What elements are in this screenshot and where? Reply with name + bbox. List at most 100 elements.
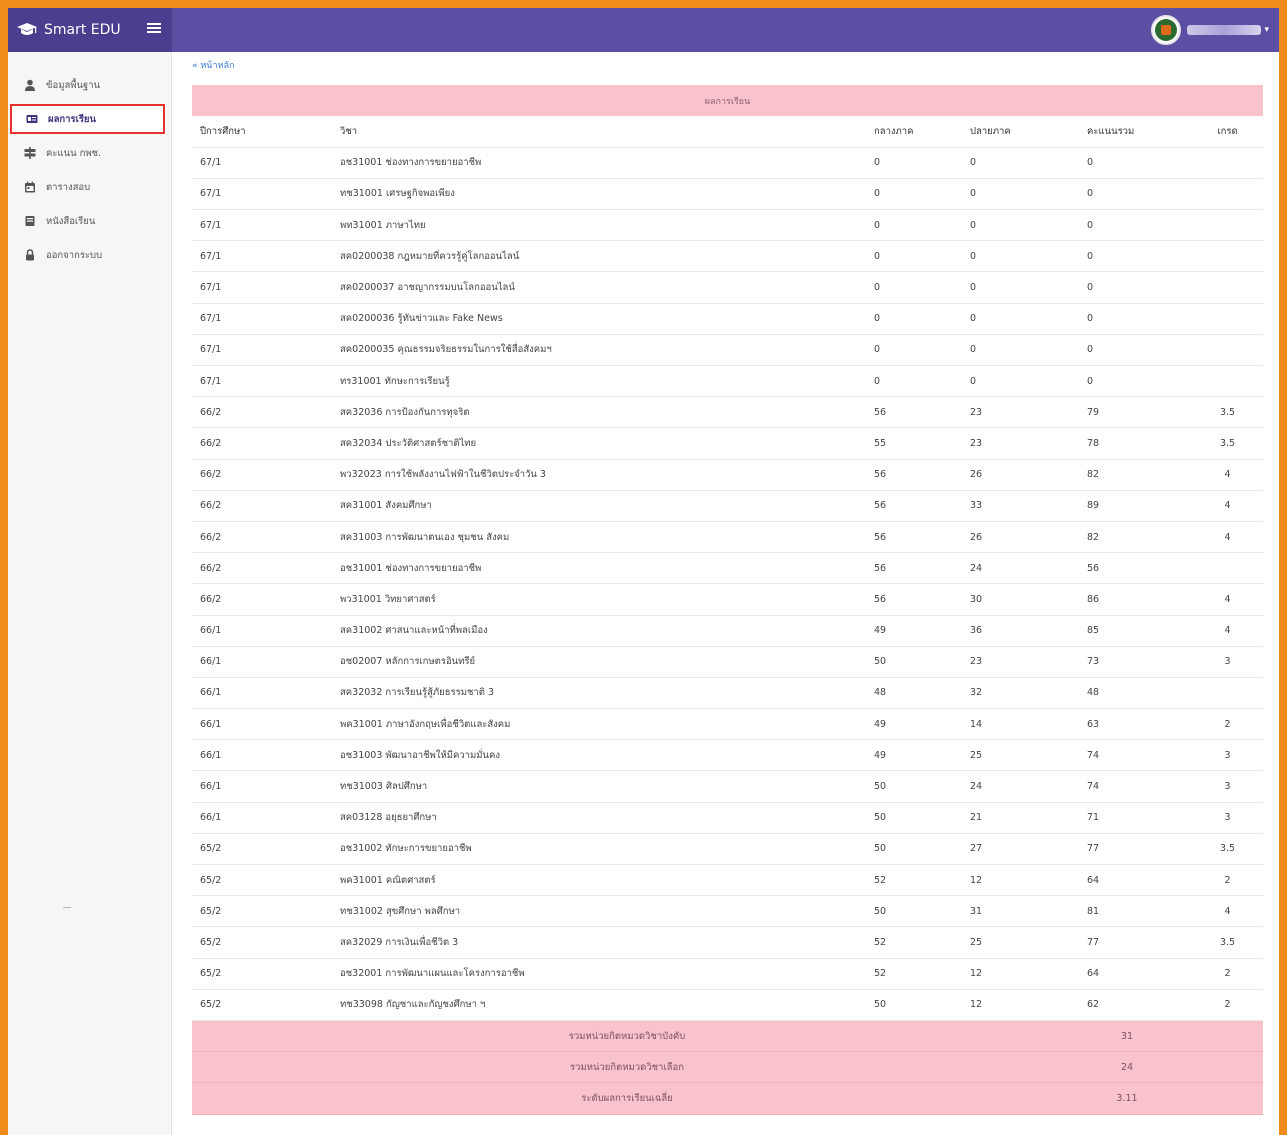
sidebar-item-textbooks[interactable]: หนังสือเรียน [8, 206, 171, 236]
cell-total: 74 [1062, 739, 1192, 772]
top-navbar: Smart EDU ▾ [8, 8, 1279, 52]
cell-term: 67/1 [192, 240, 332, 273]
cell-subject: อช31002 ทักษะการขยายอาชีพ [332, 833, 822, 866]
cell-subject: สค0200036 รู้ทันข่าวและ Fake News [332, 303, 822, 335]
cell-final: 26 [942, 459, 1062, 491]
summary-value: 3.11 [1062, 1082, 1192, 1115]
cell-grade [1192, 271, 1263, 304]
cell-term: 65/2 [192, 895, 332, 928]
cell-midterm: 0 [822, 240, 942, 273]
id-card-icon [26, 113, 38, 125]
summary-row: รวมหน่วยกิตหมวดวิชาบังคับ 31 [192, 1020, 1263, 1053]
cell-total: 0 [1062, 365, 1192, 398]
cell-final: 23 [942, 646, 1062, 678]
cell-grade [1192, 677, 1263, 710]
cell-grade: 3 [1192, 646, 1263, 678]
user-name-redacted [1187, 25, 1262, 35]
cell-term: 66/2 [192, 427, 332, 460]
summary-label: รวมหน่วยกิตหมวดวิชาเลือก [192, 1051, 1062, 1084]
cell-subject: ทช31003 ศิลปศึกษา [332, 770, 822, 803]
cell-subject: สค31003 การพัฒนาตนเอง ชุมชน สังคม [332, 521, 822, 554]
breadcrumb-home-link[interactable]: « หน้าหลัก [192, 58, 234, 72]
cell-midterm: 48 [822, 677, 942, 710]
cell-final: 36 [942, 615, 1062, 647]
cell-term: 66/2 [192, 490, 332, 522]
summary-label: ระดับผลการเรียนเฉลี่ย [192, 1082, 1062, 1115]
cell-grade: 4 [1192, 459, 1263, 491]
cell-final: 0 [942, 334, 1062, 367]
cell-midterm: 0 [822, 303, 942, 335]
cell-term: 66/2 [192, 521, 332, 554]
sidebar-item-logout[interactable]: ออกจากระบบ [8, 240, 171, 270]
cell-subject: ทช31002 สุขศึกษา พลศึกษา [332, 895, 822, 928]
table-row: 65/2 อช31002 ทักษะการขยายอาชีพ 50 27 77 3.5 [192, 833, 1263, 866]
cell-grade: 3.5 [1192, 396, 1263, 429]
cell-total: 56 [1062, 552, 1192, 585]
sidebar-item-results[interactable]: ผลการเรียน [10, 104, 165, 134]
avatar[interactable] [1151, 15, 1182, 45]
table-row: 65/2 อช32001 การพัฒนาแผนและโครงการอาชีพ 52… [192, 958, 1263, 990]
table-row: 66/2 สค32036 การป้องกันการทุจริต 56 23 79 3.5 [192, 396, 1263, 429]
cell-final: 0 [942, 365, 1062, 398]
cell-midterm: 55 [822, 427, 942, 460]
sidebar-item-exam-schedule[interactable]: ตารางสอบ [8, 172, 171, 202]
table-row: 66/2 สค31003 การพัฒนาตนเอง ชุมชน สังคม 56 2… [192, 521, 1263, 554]
app-frame: Smart EDU ▾ ข้อมูลพื้นฐาน ผลการเรียน คะแ… [8, 8, 1279, 1135]
cell-grade: 3.5 [1192, 926, 1263, 959]
cell-midterm: 56 [822, 583, 942, 616]
summary-spacer [1192, 1020, 1263, 1053]
cell-term: 66/1 [192, 708, 332, 741]
cell-midterm: 50 [822, 833, 942, 866]
table-row: 66/1 พค31001 ภาษาอังกฤษเพื่อชีวิตและสังคม… [192, 708, 1263, 741]
table-row: 65/2 ทช31002 สุขศึกษา พลศึกษา 50 31 81 4 [192, 895, 1263, 928]
cell-final: 0 [942, 147, 1062, 179]
cell-grade [1192, 552, 1263, 585]
cell-final: 12 [942, 864, 1062, 897]
table-row: 66/2 อช31001 ช่องทางการขยายอาชีพ 56 24 56 [192, 552, 1263, 585]
cell-term: 67/1 [192, 147, 332, 179]
cell-total: 85 [1062, 615, 1192, 647]
cell-subject: อช31001 ช่องทางการขยายอาชีพ [332, 552, 822, 585]
cell-subject: สค0200035 คุณธรรมจริยธรรมในการใช้สื่อสัง… [332, 334, 822, 367]
cell-final: 0 [942, 303, 1062, 335]
cell-subject: สค32036 การป้องกันการทุจริต [332, 396, 822, 429]
cell-total: 77 [1062, 926, 1192, 959]
cell-grade: 3.5 [1192, 427, 1263, 460]
table-row: 67/1 อช31001 ช่องทางการขยายอาชีพ 0 0 0 [192, 147, 1263, 179]
cell-subject: สค32029 การเงินเพื่อชีวิต 3 [332, 926, 822, 959]
cell-total: 64 [1062, 958, 1192, 990]
cell-total: 0 [1062, 209, 1192, 242]
cell-midterm: 0 [822, 147, 942, 179]
results-table: ปีการศึกษา วิชา กลางภาค ปลายภาค คะแนนรวม… [192, 116, 1263, 1115]
results-body: 67/1 อช31001 ช่องทางการขยายอาชีพ 0 0 0 67/1 ทช… [192, 147, 1263, 1021]
cell-term: 67/1 [192, 365, 332, 398]
cell-total: 82 [1062, 521, 1192, 554]
cell-total: 89 [1062, 490, 1192, 522]
col-header-final: ปลายภาค [942, 116, 1062, 148]
cell-midterm: 56 [822, 396, 942, 429]
cell-term: 65/2 [192, 958, 332, 990]
table-row: 65/2 สค32029 การเงินเพื่อชีวิต 3 52 25 77 3.5 [192, 926, 1263, 959]
cell-subject: พว32023 การใช้พลังงานไฟฟ้าในชีวิตประจำวั… [332, 459, 822, 491]
cell-grade [1192, 209, 1263, 242]
cell-term: 65/2 [192, 864, 332, 897]
cell-subject: สค32034 ประวัติศาสตร์ชาติไทย [332, 427, 822, 460]
calendar-icon [24, 181, 36, 193]
sidebar-item-label: ข้อมูลพื้นฐาน [46, 79, 101, 91]
sidebar-item-basic-info[interactable]: ข้อมูลพื้นฐาน [8, 70, 171, 100]
cell-term: 66/1 [192, 770, 332, 803]
cell-final: 0 [942, 209, 1062, 242]
cell-subject: อช02007 หลักการเกษตรอินทรีย์ [332, 646, 822, 678]
cell-grade: 3 [1192, 802, 1263, 834]
cell-midterm: 49 [822, 739, 942, 772]
cell-total: 77 [1062, 833, 1192, 866]
table-row: 66/2 สค31001 สังคมศึกษา 56 33 89 4 [192, 490, 1263, 522]
cell-total: 0 [1062, 240, 1192, 273]
cell-subject: พท31001 ภาษาไทย [332, 209, 822, 242]
user-menu[interactable]: ▾ [1151, 14, 1269, 46]
cell-final: 30 [942, 583, 1062, 616]
table-row: 66/1 อช31003 พัฒนาอาชีพให้มีความมั่นคง 49 2… [192, 739, 1263, 772]
table-row: 66/2 สค32034 ประวัติศาสตร์ชาติไทย 55 23 78 3.… [192, 427, 1263, 460]
hamburger-icon[interactable] [146, 21, 162, 37]
sidebar-item-kpc-score[interactable]: คะแนน กพช. [8, 138, 171, 168]
